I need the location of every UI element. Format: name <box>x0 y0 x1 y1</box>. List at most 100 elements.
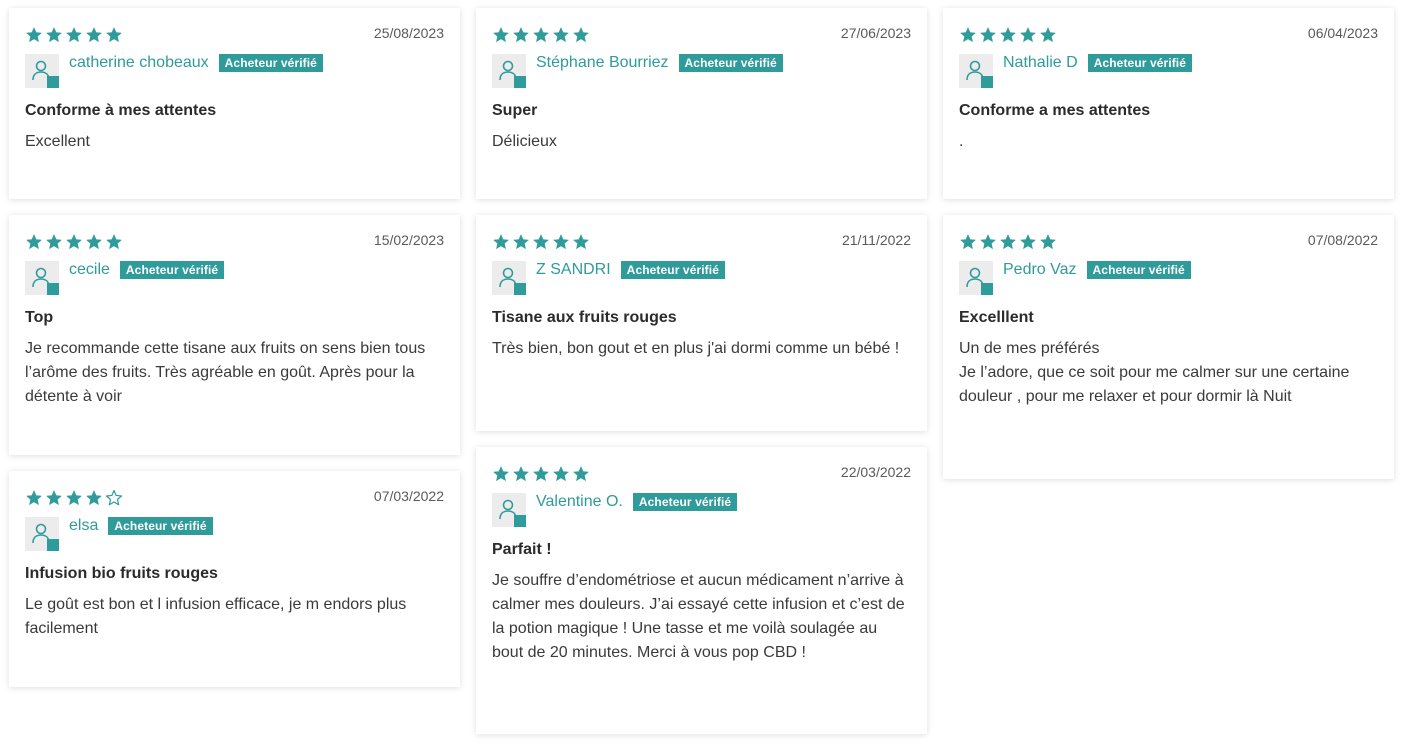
user-avatar-icon <box>492 493 526 527</box>
star-rating <box>25 231 123 253</box>
review-date: 21/11/2022 <box>841 232 911 248</box>
star-filled-icon <box>1040 234 1056 249</box>
star-empty-icon <box>105 489 123 506</box>
review-author: Z SANDRI Acheteur vérifié <box>492 261 911 295</box>
review-header: 22/03/2022 <box>492 463 911 485</box>
review-header: 07/03/2022 <box>25 487 444 509</box>
review-header: 07/08/2022 <box>959 231 1378 253</box>
author-name: Pedro Vaz <box>1003 261 1077 278</box>
review-card: 21/11/2022 Z SANDRI Acheteur vérifié Tisane… <box>476 215 927 431</box>
star-rating <box>25 487 123 509</box>
user-avatar-icon <box>25 54 59 88</box>
star-filled-icon <box>1020 27 1036 42</box>
verified-check-icon <box>981 283 993 295</box>
star-filled-icon <box>46 27 62 42</box>
verified-buyer-badge: Acheteur vérifié <box>218 54 323 72</box>
star-filled-icon <box>533 234 549 249</box>
user-avatar-icon <box>25 261 59 295</box>
user-avatar-icon <box>25 517 59 551</box>
review-author: Pedro Vaz Acheteur vérifié <box>959 261 1378 295</box>
star-filled-icon <box>573 466 589 481</box>
star-filled-icon <box>26 490 42 505</box>
review-body: Le goût est bon et l infusion efficace, … <box>25 596 407 637</box>
star-filled-icon <box>493 234 509 249</box>
review-column-3: 06/04/2023 Nathalie D Acheteur vérifié Conf… <box>943 8 1394 495</box>
review-card: 07/03/2022 elsa Acheteur vérifié Infusion b… <box>9 471 460 687</box>
star-filled-icon <box>106 27 122 42</box>
user-avatar-icon <box>959 261 993 295</box>
review-date: 15/02/2023 <box>373 232 444 248</box>
star-filled-icon <box>513 234 529 249</box>
review-date: 06/04/2023 <box>1307 25 1378 41</box>
star-filled-icon <box>46 234 62 249</box>
review-header: 15/02/2023 <box>25 231 444 253</box>
star-filled-icon <box>1000 27 1016 42</box>
star-filled-icon <box>26 27 42 42</box>
review-title: Excelllent <box>959 309 1034 326</box>
verified-check-icon <box>514 283 526 295</box>
review-body: Excellent <box>25 133 90 150</box>
review-card: 27/06/2023 Stéphane Bourriez Acheteur véri… <box>476 8 927 199</box>
review-date: 25/08/2023 <box>373 25 444 41</box>
author-name: Z SANDRI <box>536 261 611 278</box>
star-rating <box>492 231 590 253</box>
review-card: 15/02/2023 cecile Acheteur vérifié Top Je re… <box>9 215 460 455</box>
user-avatar-icon <box>492 54 526 88</box>
review-title: Super <box>492 102 538 119</box>
review-column-2: 27/06/2023 Stéphane Bourriez Acheteur véri… <box>476 8 927 750</box>
star-filled-icon <box>26 234 42 249</box>
verified-check-icon <box>981 76 993 88</box>
review-card: 06/04/2023 Nathalie D Acheteur vérifié Conf… <box>943 8 1394 199</box>
author-name: Nathalie D <box>1003 54 1078 71</box>
star-filled-icon <box>533 27 549 42</box>
review-title: Conforme a mes attentes <box>959 102 1151 119</box>
star-filled-icon <box>980 234 996 249</box>
star-filled-icon <box>86 27 102 42</box>
user-avatar-icon <box>959 54 993 88</box>
star-filled-icon <box>980 27 996 42</box>
star-filled-icon <box>86 490 102 505</box>
verified-check-icon <box>47 539 59 551</box>
star-filled-icon <box>106 234 122 249</box>
review-date: 27/06/2023 <box>840 25 911 41</box>
review-header: 27/06/2023 <box>492 24 911 46</box>
verified-buyer-badge: Acheteur vérifié <box>632 493 738 511</box>
review-column-1: 25/08/2023 catherine chobeaux Acheteur vér… <box>9 8 460 703</box>
verified-buyer-badge: Acheteur vérifié <box>1087 54 1193 72</box>
star-filled-icon <box>66 490 82 505</box>
star-filled-icon <box>553 234 569 249</box>
star-filled-icon <box>66 27 82 42</box>
review-body: Un de mes préférés Je l’adore, que ce so… <box>959 340 1350 405</box>
review-author: cecile Acheteur vérifié <box>25 261 444 295</box>
review-body: . <box>959 133 964 150</box>
review-date: 07/03/2022 <box>373 488 444 504</box>
verified-buyer-badge: Acheteur vérifié <box>620 261 725 279</box>
star-filled-icon <box>1000 234 1016 249</box>
review-author: Nathalie D Acheteur vérifié <box>959 54 1378 88</box>
review-title: Top <box>25 309 54 326</box>
star-rating <box>959 24 1057 46</box>
review-body: Je souffre d’endométriose et aucun médic… <box>492 572 905 661</box>
review-author: Stéphane Bourriez Acheteur vérifié <box>492 54 911 88</box>
star-filled-icon <box>573 234 589 249</box>
review-title: Conforme à mes attentes <box>25 102 217 119</box>
review-card: 22/03/2022 Valentine O. Acheteur vérifié Pa… <box>476 447 927 734</box>
review-body: Je recommande cette tisane aux fruits on… <box>25 340 426 405</box>
star-filled-icon <box>86 234 102 249</box>
review-header: 06/04/2023 <box>959 24 1378 46</box>
star-filled-icon <box>573 27 589 42</box>
star-filled-icon <box>960 27 976 42</box>
star-filled-icon <box>1020 234 1036 249</box>
review-title: Tisane aux fruits rouges <box>492 309 677 326</box>
verified-check-icon <box>47 283 59 295</box>
verified-buyer-badge: Acheteur vérifié <box>1086 261 1191 279</box>
reviews-grid: 25/08/2023 catherine chobeaux Acheteur vér… <box>0 0 1402 741</box>
review-date: 22/03/2022 <box>840 464 911 480</box>
star-filled-icon <box>533 466 549 481</box>
author-name: Valentine O. <box>536 493 623 510</box>
verified-buyer-badge: Acheteur vérifié <box>678 54 783 72</box>
review-date: 07/08/2022 <box>1307 232 1378 248</box>
review-title: Infusion bio fruits rouges <box>25 565 218 582</box>
user-avatar-icon <box>492 261 526 295</box>
star-filled-icon <box>493 27 509 42</box>
